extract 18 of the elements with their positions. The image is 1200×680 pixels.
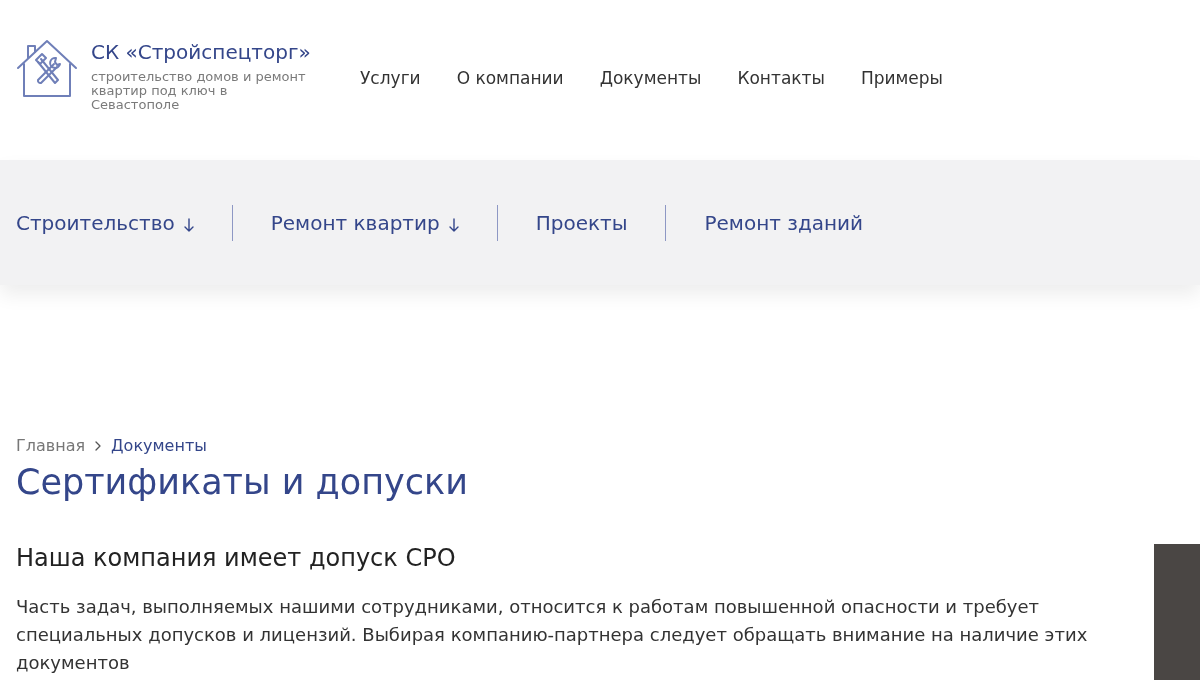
category-link[interactable]: Строительство <box>16 208 194 237</box>
section-heading: Наша компания имеет допуск СРО <box>16 543 457 574</box>
nav-link[interactable]: Примеры <box>860 66 943 90</box>
section-paragraph: Часть задач, выполняемых нашими сотрудниками, относится к работам повышенной опасности и требует специальных допусков и лицензий. Выбирая компанию-партнера следует обращать внимание на наличие этих документов <box>16 595 1089 675</box>
house-logo-icon <box>16 38 78 98</box>
nav-link[interactable]: О компании <box>456 66 564 90</box>
category-link[interactable]: Ремонт квартир <box>270 208 459 237</box>
nav-link[interactable]: Услуги <box>360 66 421 90</box>
breadcrumb-link[interactable]: Документы <box>111 434 207 458</box>
category-link[interactable]: Ремонт зданий <box>704 208 864 237</box>
breadcrumb-link[interactable]: Главная <box>16 434 86 458</box>
company-tagline: строительство домов и ремонт квартир под ключ в Севастополе <box>91 70 307 112</box>
chevron-right-icon <box>95 441 102 451</box>
page-title: Сертификаты и допуски <box>16 461 469 504</box>
nav-link[interactable]: Контакты <box>737 66 825 90</box>
company-name: СК «Стройспецторг» <box>91 40 312 64</box>
nav-link[interactable]: Документы <box>599 66 702 90</box>
category-link[interactable]: Проекты <box>535 208 628 237</box>
